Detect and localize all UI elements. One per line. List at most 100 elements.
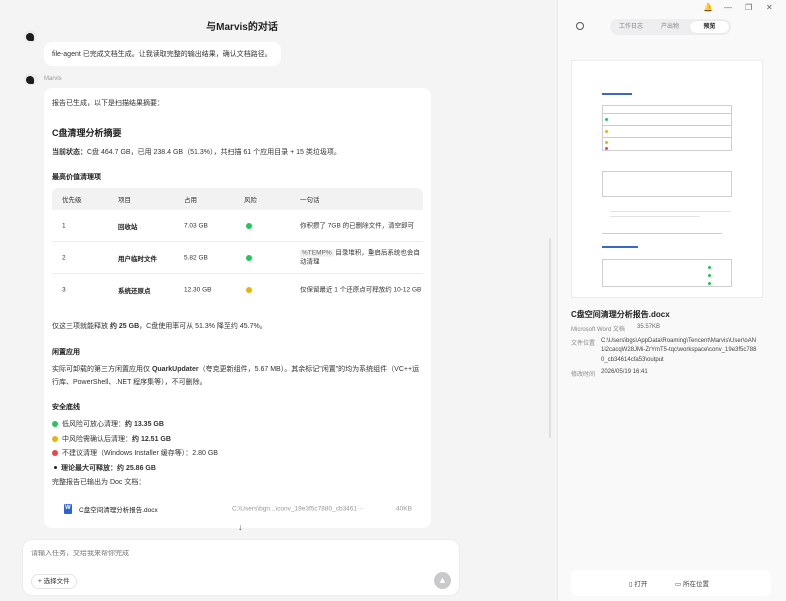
row-priority: 3 <box>62 286 66 294</box>
status-label: 当前状态： <box>52 149 87 156</box>
bullet <box>54 466 57 470</box>
doc-heading <box>602 246 638 248</box>
bell-icon[interactable]: 🔔 <box>703 3 713 12</box>
file-path: C:\Users\bgn...\conv_19e3f5c7880_cb3461·… <box>232 505 364 513</box>
safety-bold: 约 13.35 GB <box>125 421 164 428</box>
safety-item: 低风险可放心清理：约 13.35 GB <box>52 419 164 429</box>
idle-line-2: 行库、PowerShell、.NET 程序集等），不可删除。 <box>52 379 207 386</box>
export-text: 完整报告已输出为 Doc 文档： <box>52 479 146 486</box>
mid-risk-dot <box>52 435 58 442</box>
show-in-folder-button[interactable]: ▭ 所在位置 <box>675 578 709 588</box>
header-risk: 风险 <box>244 197 257 204</box>
side-panel: 🔔 — ❐ ✕ 工作日志 产出物 预览 C盘空间清理分析报告.docx Micr… <box>557 0 786 601</box>
summary-post: ，C盘使用率可从 51.3% 降至约 45.7%。 <box>139 323 267 330</box>
idle-pre: 实际可卸载的第三方闲置应用仅 <box>52 366 152 373</box>
header-priority: 优先级 <box>62 197 82 204</box>
user-avatar <box>24 30 37 43</box>
file-type: Microsoft Word 文档 <box>571 327 625 333</box>
path-line: C:\Users\bgs\AppData\Roaming\Tencent\Mar… <box>601 338 757 344</box>
doc-text-line <box>610 211 730 212</box>
tab-outputs[interactable]: 产出物 <box>651 21 689 33</box>
header-item: 项目 <box>118 197 131 204</box>
send-button[interactable]: ▲ <box>434 572 451 589</box>
minimize-icon[interactable]: — <box>724 3 732 12</box>
safety-text: 不建议清理（Windows Installer 缓存等）：2.80 GB <box>62 450 218 457</box>
row-size: 5.82 GB <box>184 254 208 261</box>
safety-total: 理论最大可释放：约 25.86 GB <box>52 463 156 473</box>
doc-table <box>602 105 732 151</box>
conversation-title: 与Marvis的对话 <box>206 22 278 33</box>
safety-bold: 约 12.51 GB <box>132 436 171 443</box>
risk-mid-dot <box>246 287 252 293</box>
file-size: 35.57KB <box>637 324 661 330</box>
task-input[interactable] <box>31 550 431 557</box>
chat-area: 与Marvis的对话 file-agent 已完成文档生成。让我读取完整的输出结… <box>0 0 556 601</box>
assistant-name: Marvis <box>44 76 62 82</box>
status-line: 当前状态：C盘 464.7 GB，已用 238.4 GB（51.3%），共扫描 … <box>52 147 341 157</box>
doc-rule <box>602 113 732 114</box>
select-file-button[interactable]: + 选择文件 <box>31 574 77 589</box>
summary-bold: 约 25 GB <box>109 323 140 330</box>
close-icon[interactable]: ✕ <box>766 3 773 12</box>
assistant-message: 报告已生成，以下是扫描结果摘要： C盘清理分析摘要 当前状态：C盘 464.7 … <box>44 88 431 528</box>
maximize-icon[interactable]: ❐ <box>745 3 752 12</box>
table-row: 2 用户临时文件 5.82 GB %TEMP% 目录堆积，重启后系统也会自动清理 <box>52 242 423 274</box>
row-item: 系统还原点 <box>118 288 151 295</box>
safety-text: 低风险可放心清理： <box>62 421 125 428</box>
section-idle-heading: 闲置应用 <box>52 349 80 356</box>
safety-item: 中风险需确认后清理：约 12.51 GB <box>52 434 171 444</box>
file-name: C盘空间清理分析报告.docx <box>79 507 158 514</box>
report-title: C盘清理分析摘要 <box>52 128 122 138</box>
safety-item: 不建议清理（Windows Installer 缓存等）：2.80 GB <box>52 448 218 458</box>
composer: + 选择文件 ▲ <box>22 539 460 596</box>
file-size: 40KB <box>396 505 412 513</box>
panel-tabs: 工作日志 产出物 预览 <box>610 19 731 35</box>
doc-dot <box>708 266 711 269</box>
section-safety-heading: 安全底线 <box>52 404 80 411</box>
row-priority: 1 <box>62 222 66 229</box>
file-actions: ▯ 打开 ▭ 所在位置 <box>571 570 771 596</box>
doc-rule <box>602 125 732 126</box>
risk-low-dot <box>246 254 252 261</box>
cleanup-table: 优先级 项目 占用 风险 一句话 1 回收站 7.03 GB 你积攒了 7GB … <box>52 188 423 306</box>
intro-text: 报告已生成，以下是扫描结果摘要： <box>52 100 164 107</box>
scroll-down-icon[interactable]: ↓ <box>238 522 243 532</box>
preview-file-name: C盘空间清理分析报告.docx <box>571 310 670 319</box>
row-note: 你积攒了 7GB 的已删除文件，清空即可 <box>300 221 415 229</box>
safety-total-label: 理论最大可释放： <box>61 465 117 472</box>
message-bubble: file-agent 已完成文档生成。让我读取完整的输出结果，确认文档路径。 <box>44 42 281 66</box>
doc-heading <box>602 93 632 95</box>
select-file-label: 选择文件 <box>43 578 70 585</box>
row-note: %TEMP% 目录堆积，重启后系统也会自动清理 <box>300 248 425 267</box>
doc-table <box>602 171 732 197</box>
open-label: 打开 <box>634 581 648 588</box>
file-card[interactable]: C盘空间清理分析报告.docx C:\Users\bgn...\conv_19e… <box>56 498 418 520</box>
risk-low-dot <box>246 222 252 229</box>
mtime-value: 2026/05/19 16:41 <box>601 369 648 375</box>
doc-dot <box>708 274 711 277</box>
summary-pre: 仅这三项就能释放 <box>52 323 110 330</box>
row-size: 12.30 GB <box>184 286 212 294</box>
table-header: 优先级 项目 占用 风险 一句话 <box>52 188 423 210</box>
history-icon[interactable] <box>576 22 584 30</box>
safety-text: 中风险需确认后清理： <box>62 436 132 443</box>
doc-dot <box>605 130 608 133</box>
doc-dot <box>605 141 608 144</box>
idle-post: （夸克更新组件，5.67 MB）。其余标记"闲置"的均为系统组件（VC++运 <box>198 366 420 373</box>
document-preview[interactable] <box>571 60 763 298</box>
scrollbar[interactable] <box>549 238 551 438</box>
summary-line: 仅这三项就能释放 约 25 GB，C盘使用率可从 51.3% 降至约 45.7%… <box>52 321 267 331</box>
open-button[interactable]: ▯ 打开 <box>629 578 647 588</box>
tab-preview[interactable]: 预览 <box>690 21 729 33</box>
mtime-label: 修改时间 <box>571 372 596 378</box>
doc-dot <box>605 147 608 150</box>
word-doc-icon <box>64 504 72 514</box>
doc-rule <box>602 137 732 138</box>
row-item: 回收站 <box>118 223 138 231</box>
path-line: 1i2cacqW28JMi-ZrYmT5-tqc\workspace\conv_… <box>601 347 757 354</box>
header-size: 占用 <box>184 197 197 204</box>
row-priority: 2 <box>62 254 66 261</box>
folder-label: 所在位置 <box>682 581 709 588</box>
section-items-heading: 最高价值清理项 <box>52 174 101 181</box>
tab-worklog[interactable]: 工作日志 <box>612 21 650 33</box>
